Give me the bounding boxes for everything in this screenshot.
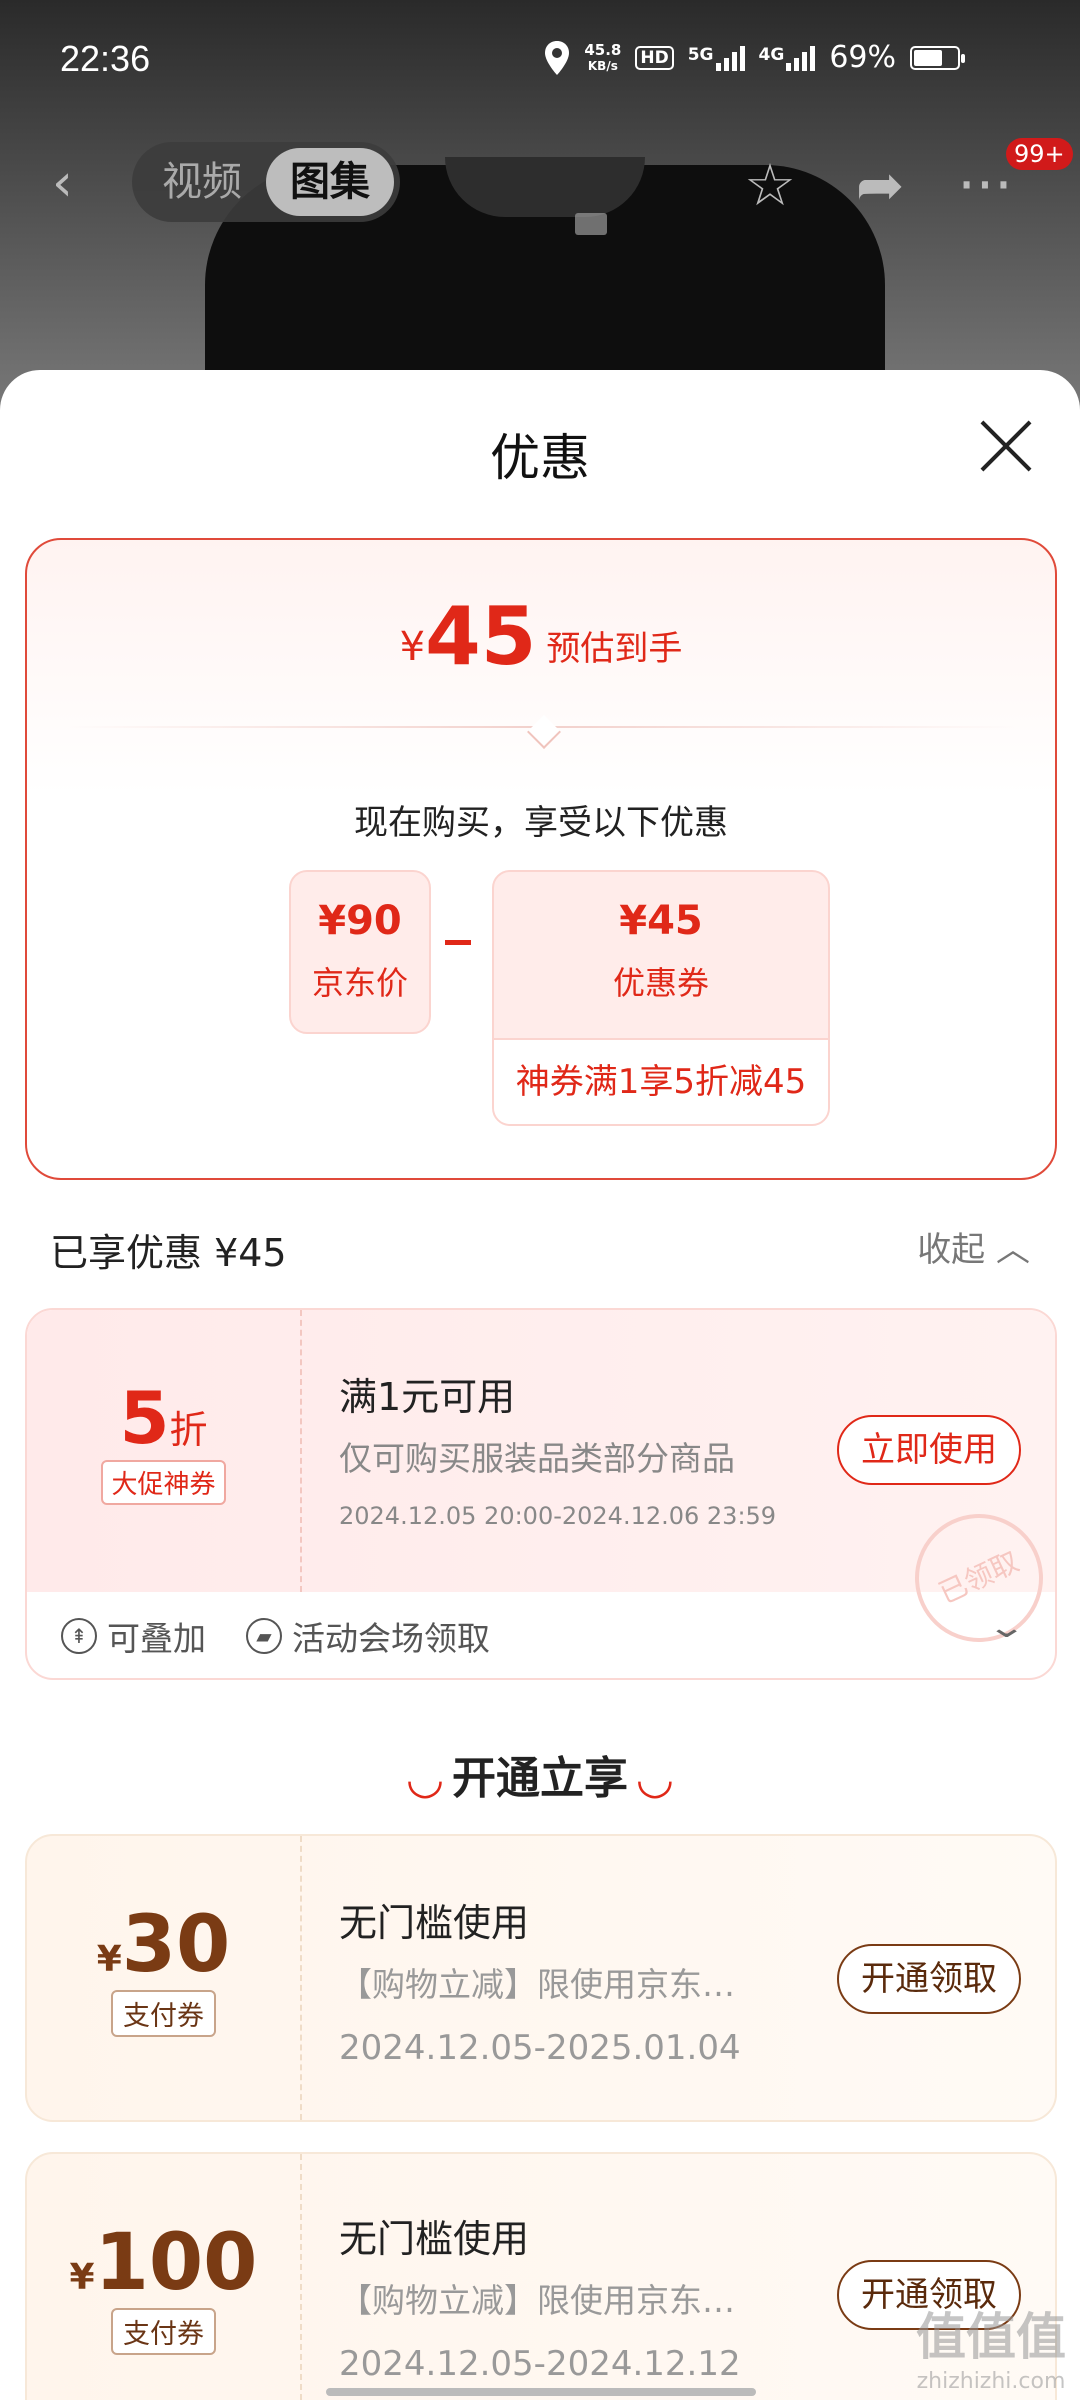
pay-coupon-title: 无门槛使用 — [339, 1901, 530, 1945]
tab-video[interactable]: 视频 — [138, 148, 266, 216]
screen: { "status_bar": { "time": "22:36", "net_… — [0, 0, 1080, 2400]
estimated-price: ¥45 预估到手 — [399, 590, 683, 683]
share-icon[interactable]: ➦ — [845, 150, 915, 220]
home-indicator[interactable] — [326, 2388, 756, 2396]
pay-coupon-desc: 【购物立减】限使用京东… — [339, 1965, 735, 2004]
pay-coupon-date: 2024.12.05-2025.01.04 — [339, 2028, 741, 2068]
pay-coupon-tag: 支付券 — [111, 2308, 216, 2355]
pay-coupon-desc: 【购物立减】限使用京东… — [339, 2281, 735, 2320]
media-tab-switch: 视频 图集 — [132, 142, 400, 222]
activate-claim-button[interactable]: 开通领取 — [837, 1944, 1021, 2014]
claimed-stamp: 已领取 — [893, 1492, 1065, 1664]
pay-coupon-tag: 支付券 — [111, 1990, 216, 2037]
coupon-label: 优惠券 — [612, 964, 709, 1002]
battery-percent: 69% — [829, 40, 896, 75]
message-badge: 99+ — [1006, 138, 1073, 170]
section-title: ◡ 开通立享 ◡ — [408, 1753, 672, 1804]
discount-sheet: 优惠 ¥45 预估到手 现在购买，享受以下优惠 ¥90 京东价 ¥45 优惠券 神… — [0, 370, 1080, 2400]
network-speed: 45.8 KB/s — [584, 40, 622, 73]
price-summary-card: ¥45 预估到手 现在购买，享受以下优惠 ¥90 京东价 ¥45 优惠券 神券满1… — [25, 538, 1057, 1180]
status-time: 22:36 — [60, 38, 151, 79]
stackable-icon: ⇞ — [61, 1618, 97, 1654]
chevron-down-icon[interactable]: ⌄ — [986, 1610, 1026, 1645]
coupon-card: 5折 大促神券 满1元可用 仅可购买服装品类部分商品 2024.12.05 20… — [25, 1308, 1065, 1680]
smile-right-icon: ◡ — [638, 1753, 672, 1804]
chevron-up-icon: ︿ — [996, 1230, 1030, 1270]
coupon-footer: ⇞ 可叠加 ▰ 活动会场领取 — [61, 1612, 490, 1660]
ticket-icon: ▰ — [246, 1618, 282, 1654]
collapse-toggle[interactable]: 收起 ︿ — [917, 1222, 1030, 1271]
source-label: 活动会场领取 — [292, 1619, 490, 1658]
hd-icon: HD — [635, 45, 674, 70]
coupon-tag: 大促神券 — [101, 1460, 226, 1505]
close-icon[interactable] — [978, 418, 1034, 474]
watermark-logo: 值值值 — [916, 2308, 1066, 2366]
product-top-nav: ‹ 视频 图集 ☆ ➦ ··· 99+ — [0, 130, 1080, 240]
estimated-price-value: 45 — [425, 590, 537, 683]
favorite-star-icon[interactable]: ☆ — [735, 150, 805, 220]
pay-coupon-date: 2024.12.05-2024.12.12 — [339, 2344, 741, 2384]
coupon-chip: ¥45 优惠券 神券满1享5折减45 — [492, 870, 830, 1126]
coupon-value: ¥45 — [619, 898, 703, 944]
pay-coupon-title: 无门槛使用 — [339, 2217, 530, 2261]
location-icon — [545, 40, 570, 75]
sheet-title: 优惠 — [490, 429, 590, 487]
signal-5g-icon: 5G — [688, 45, 745, 71]
buy-now-text: 现在购买，享受以下优惠 — [354, 803, 728, 843]
pay-coupon-amount: ¥30 支付券 — [27, 1900, 300, 2037]
enjoyed-discount-text: 已享优惠 ¥45 — [50, 1231, 287, 1275]
status-bar: 22:36 45.8 KB/s HD 5G 4G 69% — [0, 0, 1080, 120]
minus-sign — [445, 940, 471, 945]
coupon-title: 满1元可用 — [339, 1375, 516, 1419]
signal-4g-icon: 4G — [759, 45, 816, 71]
tab-gallery[interactable]: 图集 — [266, 148, 394, 216]
jd-price-chip: ¥90 京东价 — [289, 870, 431, 1034]
coupon-detail: 神券满1享5折减45 — [494, 1038, 828, 1124]
pay-coupon-card: ¥100 支付券 无门槛使用 【购物立减】限使用京东… 2024.12.05-2… — [25, 2152, 1057, 2400]
pay-coupon-amount: ¥100 支付券 — [27, 2218, 300, 2355]
use-now-button[interactable]: 立即使用 — [837, 1415, 1021, 1485]
smile-left-icon: ◡ — [408, 1753, 442, 1804]
back-icon[interactable]: ‹ — [52, 157, 92, 209]
watermark: 值值值 zhizhizhi.com — [916, 2297, 1066, 2394]
pay-coupon-card: ¥30 支付券 无门槛使用 【购物立减】限使用京东… 2024.12.05-20… — [25, 1834, 1057, 2122]
battery-icon — [910, 45, 965, 70]
coupon-date: 2024.12.05 20:00-2024.12.06 23:59 — [339, 1502, 777, 1530]
estimated-price-label: 预估到手 — [546, 629, 683, 669]
coupon-discount: 5折 大促神券 — [27, 1376, 300, 1505]
watermark-url: zhizhizhi.com — [916, 2369, 1066, 2394]
coupon-desc: 仅可购买服装品类部分商品 — [339, 1439, 735, 1478]
jd-price: ¥90 — [318, 898, 402, 944]
stackable-label: 可叠加 — [107, 1619, 206, 1658]
jd-price-label: 京东价 — [311, 964, 408, 1002]
